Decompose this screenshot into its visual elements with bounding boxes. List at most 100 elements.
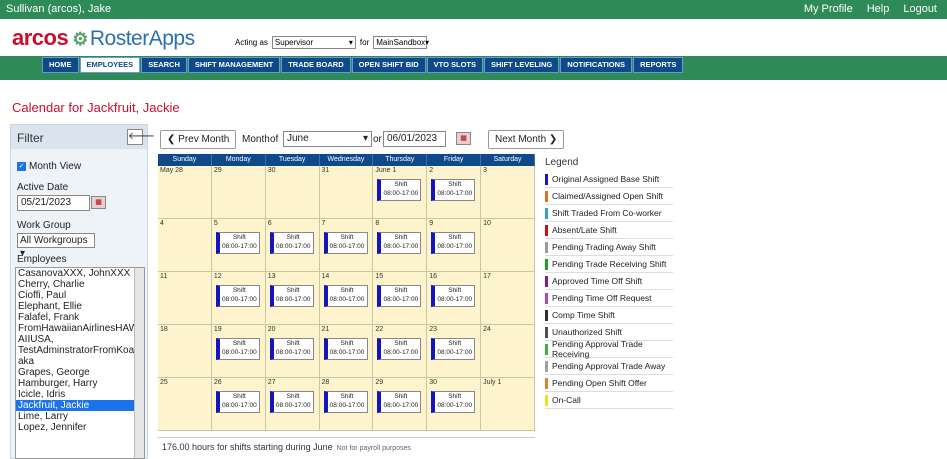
shift-block[interactable]: Shift 08:00-17:00 bbox=[215, 338, 260, 360]
shift-block[interactable]: Shift 08:00-17:00 bbox=[323, 285, 368, 307]
calendar-day[interactable]: 17 bbox=[481, 272, 535, 325]
shift-block[interactable]: Shift 08:00-17:00 bbox=[431, 232, 476, 254]
calendar-day[interactable]: 21 Shift 08:00-17:00 bbox=[319, 325, 374, 378]
month-select[interactable]: June ▾ bbox=[283, 131, 372, 147]
logout-link[interactable]: Logout bbox=[903, 3, 937, 15]
list-item[interactable]: Falafel, Frank bbox=[16, 312, 144, 323]
my-profile-link[interactable]: My Profile bbox=[804, 3, 853, 15]
tab-trade-board[interactable]: TRADE BOARD bbox=[281, 57, 351, 73]
calendar-day[interactable]: 18 bbox=[158, 325, 212, 378]
next-month-button[interactable]: Next Month ❯ bbox=[488, 130, 565, 149]
calendar-day[interactable]: 29 bbox=[211, 166, 266, 219]
month-date-input[interactable]: 06/01/2023 bbox=[383, 131, 446, 147]
tab-notifications[interactable]: NOTIFICATIONS bbox=[560, 57, 633, 73]
tab-home[interactable]: HOME bbox=[42, 57, 79, 73]
tab-employees[interactable]: EMPLOYEES bbox=[79, 57, 141, 73]
calendar-day[interactable]: 2 Shift 08:00-17:00 bbox=[427, 166, 482, 219]
shift-block[interactable]: Shift 08:00-17:00 bbox=[215, 391, 260, 413]
list-item[interactable]: Hamburger, Harry bbox=[16, 378, 144, 389]
list-item[interactable]: Grapes, George bbox=[16, 367, 144, 378]
month-view-checkbox[interactable]: ✓ Month View bbox=[17, 161, 81, 172]
tab-reports[interactable]: REPORTS bbox=[633, 57, 684, 73]
list-item[interactable]: aka bbox=[16, 356, 144, 367]
current-user: Sullivan (arcos), Jake bbox=[6, 3, 112, 15]
calendar-day[interactable]: 14 Shift 08:00-17:00 bbox=[319, 272, 374, 325]
collapse-arrow-icon[interactable]: 🡐 bbox=[127, 129, 155, 145]
shift-block[interactable]: Shift 08:00-17:00 bbox=[269, 391, 314, 413]
employee-list[interactable]: CasanovaXXX, JohnXXX Cherry, Charlie Cio… bbox=[15, 267, 145, 459]
tab-vto-slots[interactable]: VTO SLOTS bbox=[426, 57, 484, 73]
calendar-day[interactable]: June 1 Shift 08:00-17:00 bbox=[373, 166, 428, 219]
help-link[interactable]: Help bbox=[867, 3, 890, 15]
calendar-day[interactable]: 5 Shift 08:00-17:00 bbox=[211, 219, 266, 272]
list-item[interactable]: Icicle, Idris bbox=[16, 389, 144, 400]
shift-block[interactable]: Shift 08:00-17:00 bbox=[377, 179, 422, 201]
acting-as-select[interactable]: Supervisor ▾ bbox=[271, 36, 356, 49]
calendar-day[interactable]: 25 bbox=[158, 378, 212, 431]
shift-block[interactable]: Shift 08:00-17:00 bbox=[269, 338, 314, 360]
shift-block[interactable]: Shift 08:00-17:00 bbox=[377, 285, 422, 307]
calendar-day[interactable]: 16 Shift 08:00-17:00 bbox=[427, 272, 482, 325]
calendar-day[interactable]: 12 Shift 08:00-17:00 bbox=[211, 272, 266, 325]
shift-block[interactable]: Shift 08:00-17:00 bbox=[377, 391, 422, 413]
calendar-day[interactable]: 19 Shift 08:00-17:00 bbox=[211, 325, 266, 378]
shift-block[interactable]: Shift 08:00-17:00 bbox=[215, 232, 260, 254]
shift-block[interactable]: Shift 08:00-17:00 bbox=[215, 285, 260, 307]
calendar-day[interactable]: 30 Shift 08:00-17:00 bbox=[427, 378, 482, 431]
shift-block[interactable]: Shift 08:00-17:00 bbox=[323, 232, 368, 254]
calendar-day[interactable]: 10 bbox=[481, 219, 535, 272]
prev-month-button[interactable]: ❮ Prev Month bbox=[160, 130, 237, 149]
list-item[interactable]: FromHawaiianAirlinesHAW bbox=[16, 323, 144, 334]
tab-open-shift-bid[interactable]: OPEN SHIFT BID bbox=[351, 57, 426, 73]
list-item[interactable]: AIIUSA, bbox=[16, 334, 144, 345]
list-scrollbar[interactable] bbox=[134, 268, 144, 458]
calendar-day[interactable]: 8 Shift 08:00-17:00 bbox=[373, 219, 428, 272]
calendar-day[interactable]: 4 bbox=[158, 219, 212, 272]
shift-block[interactable]: Shift 08:00-17:00 bbox=[269, 232, 314, 254]
for-select[interactable]: MainSandbox ▾ bbox=[373, 36, 429, 49]
calendar-day[interactable]: May 28 bbox=[158, 166, 212, 219]
list-item[interactable]: Cherry, Charlie bbox=[16, 279, 144, 290]
shift-block[interactable]: Shift 08:00-17:00 bbox=[323, 338, 368, 360]
calendar-day[interactable]: July 1 bbox=[481, 378, 535, 431]
calendar-day[interactable]: 9 Shift 08:00-17:00 bbox=[427, 219, 482, 272]
active-date-input[interactable]: 05/21/2023 bbox=[17, 195, 90, 211]
shift-block[interactable]: Shift 08:00-17:00 bbox=[269, 285, 314, 307]
calendar-icon[interactable]: ▦ bbox=[456, 132, 471, 145]
calendar-day[interactable]: 31 bbox=[319, 166, 374, 219]
calendar-day[interactable]: 7 Shift 08:00-17:00 bbox=[319, 219, 374, 272]
list-item[interactable]: Lime, Larry bbox=[16, 411, 144, 422]
list-item[interactable]: TestAdminstratorFromKoap bbox=[16, 345, 144, 356]
calendar-day[interactable]: 23 Shift 08:00-17:00 bbox=[427, 325, 482, 378]
calendar-day[interactable]: 28 Shift 08:00-17:00 bbox=[319, 378, 374, 431]
calendar-day[interactable]: 11 bbox=[158, 272, 212, 325]
calendar-day[interactable]: 6 Shift 08:00-17:00 bbox=[265, 219, 320, 272]
shift-block[interactable]: Shift 08:00-17:00 bbox=[431, 338, 476, 360]
tab-search[interactable]: SEARCH bbox=[141, 57, 187, 73]
calendar-day[interactable]: 3 bbox=[481, 166, 535, 219]
calendar-day[interactable]: 30 bbox=[265, 166, 320, 219]
shift-block[interactable]: Shift 08:00-17:00 bbox=[431, 285, 476, 307]
calendar-day[interactable]: 22 Shift 08:00-17:00 bbox=[373, 325, 428, 378]
calendar-day[interactable]: 29 Shift 08:00-17:00 bbox=[373, 378, 428, 431]
shift-block[interactable]: Shift 08:00-17:00 bbox=[377, 232, 422, 254]
shift-block[interactable]: Shift 08:00-17:00 bbox=[431, 391, 476, 413]
calendar-day[interactable]: 27 Shift 08:00-17:00 bbox=[265, 378, 320, 431]
list-item[interactable]: Lopez, Jennifer bbox=[16, 422, 144, 433]
list-item[interactable]: CasanovaXXX, JohnXXX bbox=[16, 268, 144, 279]
list-item-selected[interactable]: Jackfruit, Jackie bbox=[16, 400, 144, 411]
work-group-select[interactable]: All Workgroups ▾ bbox=[17, 233, 95, 259]
calendar-day[interactable]: 15 Shift 08:00-17:00 bbox=[373, 272, 428, 325]
tab-shift-leveling[interactable]: SHIFT LEVELING bbox=[484, 57, 560, 73]
calendar-icon[interactable]: ▦ bbox=[91, 196, 106, 209]
shift-block[interactable]: Shift 08:00-17:00 bbox=[431, 179, 476, 201]
calendar-day[interactable]: 13 Shift 08:00-17:00 bbox=[265, 272, 320, 325]
calendar-day[interactable]: 20 Shift 08:00-17:00 bbox=[265, 325, 320, 378]
calendar-day[interactable]: 26 Shift 08:00-17:00 bbox=[211, 378, 266, 431]
list-item[interactable]: Elephant, Ellie bbox=[16, 301, 144, 312]
shift-block[interactable]: Shift 08:00-17:00 bbox=[323, 391, 368, 413]
tab-shift-management[interactable]: SHIFT MANAGEMENT bbox=[187, 57, 281, 73]
list-item[interactable]: Cioffi, Paul bbox=[16, 290, 144, 301]
shift-block[interactable]: Shift 08:00-17:00 bbox=[377, 338, 422, 360]
calendar-day[interactable]: 24 bbox=[481, 325, 535, 378]
